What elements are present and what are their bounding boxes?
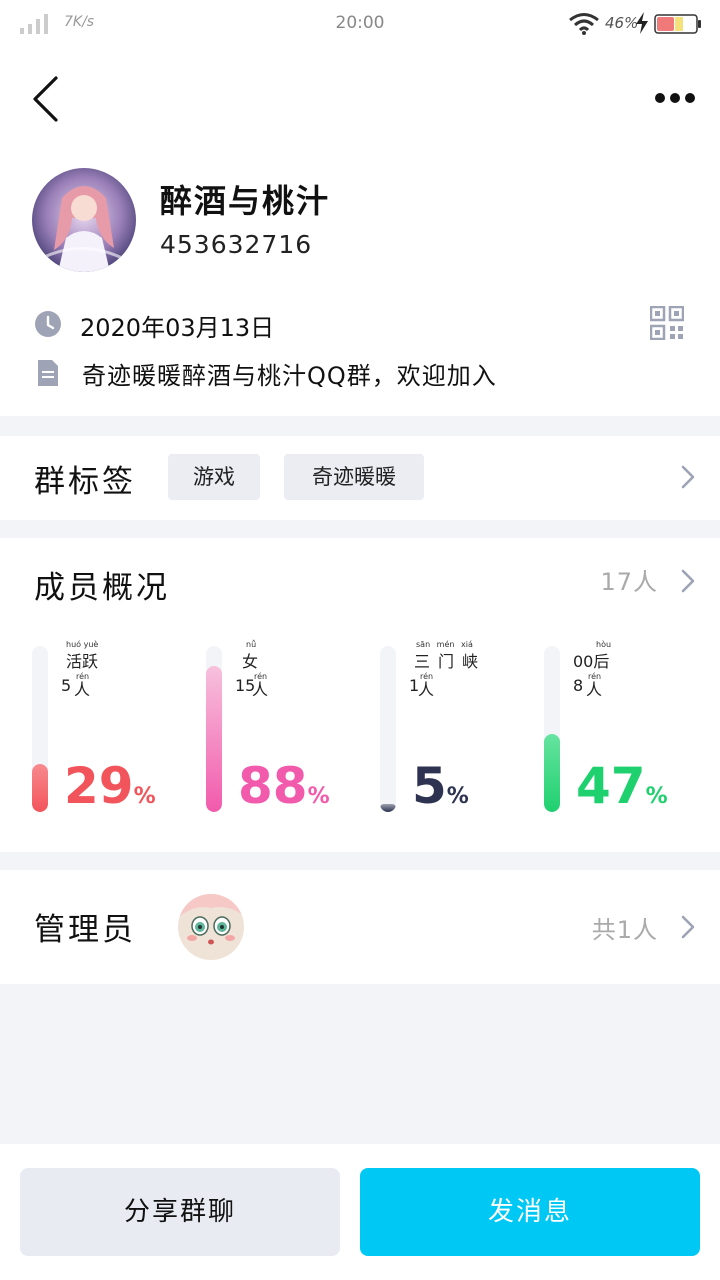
back-button[interactable]: [26, 74, 66, 124]
stat-bar-fill: [544, 734, 560, 812]
charging-icon: [636, 12, 648, 34]
stat-unit: 人: [252, 680, 269, 699]
stat-percent: 88%: [238, 758, 330, 825]
group-description: 奇迹暖暖醉酒与桃汁QQ群，欢迎加入: [82, 362, 497, 390]
stat-region: sān mén xiá 三门峡 rén 1 人 5%: [380, 640, 540, 814]
admin-count: 共1人: [591, 916, 658, 944]
member-count: 17人: [600, 568, 658, 596]
percent-value: 88: [238, 757, 308, 815]
stat-percent: 47%: [576, 758, 668, 825]
chevron-right-icon: [681, 915, 695, 939]
stat-percent: 5%: [412, 758, 469, 825]
more-button[interactable]: [650, 86, 700, 110]
send-message-button[interactable]: 发消息: [360, 1168, 700, 1256]
clock-icon: [35, 311, 61, 337]
percent-value: 47: [576, 757, 646, 815]
group-header: 醉酒与桃汁 453632716 2020年03月13日 奇迹暖暖醉酒与桃汁QQ群…: [0, 48, 720, 416]
chevron-right-icon: [681, 569, 695, 593]
stat-bar-track: [206, 646, 222, 812]
group-avatar[interactable]: [32, 168, 136, 272]
stat-percent: 29%: [64, 758, 156, 825]
percent-value: 29: [64, 757, 134, 815]
stat-bar-track: [32, 646, 48, 812]
battery-icon: [654, 14, 701, 34]
group-tags-row[interactable]: 群标签 游戏 奇迹暖暖: [0, 436, 720, 520]
stat-active: huó yuè 活跃 rén 5 人 29%: [32, 640, 192, 814]
percent-sign: %: [446, 784, 469, 809]
stat-bar-fill: [206, 666, 222, 812]
chevron-left-icon: [33, 76, 58, 122]
tag-chip[interactable]: 游戏: [168, 454, 260, 500]
percent-value: 5: [412, 757, 447, 815]
share-group-button[interactable]: 分享群聊: [20, 1168, 340, 1256]
member-overview[interactable]: 成员概况 17人 huó yuè 活跃 rén 5 人 29% nǚ 女 rén…: [0, 538, 720, 852]
tags-title: 群标签: [34, 464, 136, 500]
document-icon: [38, 360, 58, 386]
qr-code-icon[interactable]: [650, 306, 684, 340]
percent-sign: %: [307, 784, 330, 809]
stat-count: 8: [573, 676, 584, 695]
admins-title: 管理员: [34, 912, 136, 948]
percent-sign: %: [645, 784, 668, 809]
group-name: 醉酒与桃汁: [160, 182, 331, 220]
percent-sign: %: [133, 784, 156, 809]
stat-bar-track: [380, 646, 396, 812]
stat-label: 三门峡: [414, 652, 487, 671]
stat-label: 女: [242, 652, 259, 671]
more-dots-icon: [655, 93, 695, 103]
stat-unit: 人: [418, 680, 435, 699]
created-date: 2020年03月13日: [80, 314, 275, 342]
tag-chip[interactable]: 奇迹暖暖: [284, 454, 424, 500]
members-title: 成员概况: [34, 570, 170, 606]
stat-label: 活跃: [66, 652, 99, 671]
stat-count: 5: [61, 676, 72, 695]
admin-avatar[interactable]: [178, 894, 244, 960]
group-id: 453632716: [160, 230, 313, 259]
wifi-icon: [569, 13, 599, 35]
stat-unit: 人: [74, 680, 91, 699]
stat-bar-fill: [32, 764, 48, 812]
stat-bar-fill: [380, 804, 396, 812]
bottom-action-bar: 分享群聊 发消息: [0, 1144, 720, 1280]
admins-row[interactable]: 管理员 共1人: [0, 870, 720, 984]
stat-unit: 人: [586, 680, 603, 699]
stat-label: 00后: [573, 652, 610, 671]
stat-female: nǚ 女 rén 15 人 88%: [206, 640, 366, 814]
chevron-right-icon: [681, 465, 695, 489]
stat-bar-track: [544, 646, 560, 812]
status-bar: 7K/s 20:00 46%: [0, 0, 720, 48]
stat-post00: hòu 00后 rén 8 人 47%: [544, 640, 704, 814]
